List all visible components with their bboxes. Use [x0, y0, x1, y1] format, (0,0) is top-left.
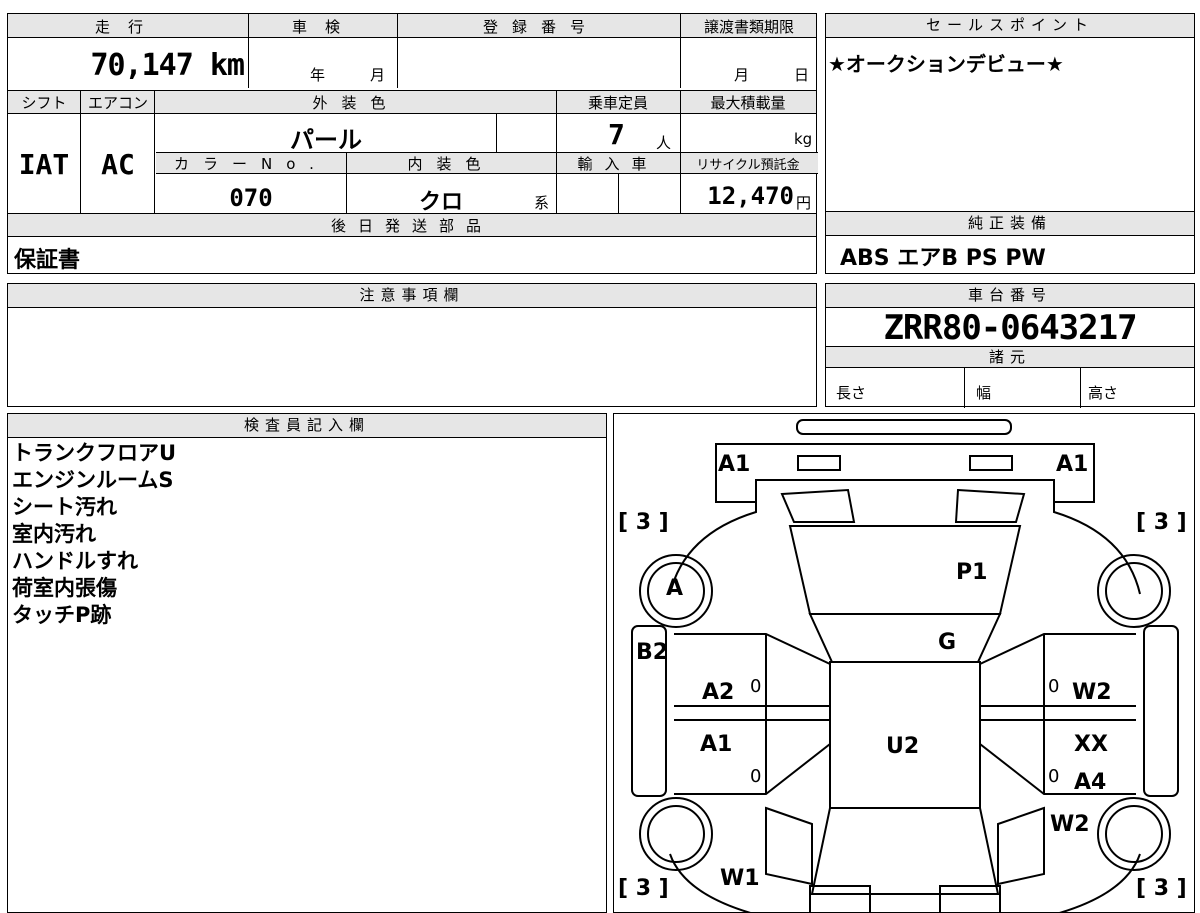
import-label: 輸入車	[577, 155, 659, 173]
color-no-value: 070	[229, 184, 273, 212]
inspection-year-unit: 年	[310, 66, 326, 84]
damage-diagram: A1 A1 [ 3 ] [ 3 ] P1 A B2 G A2 0 0 W2 A1…	[613, 413, 1195, 913]
mark-zero-1: 0	[750, 676, 762, 697]
inspector-list: トランクフロアU エンジンルームS シート汚れ 室内汚れ ハンドルすれ 荷室内張…	[12, 440, 176, 629]
length-label: 長さ	[836, 384, 867, 402]
mark-a4: A4	[1074, 770, 1107, 795]
mileage-label: 走行	[94, 18, 161, 36]
recycle-unit: 円	[796, 194, 812, 212]
equipment-panel: 純正装備 ABS エアB PS PW	[825, 211, 1195, 274]
inspector-line: タッチP跡	[12, 603, 112, 627]
chassis-panel: 車台番号 ZRR80-0643217 諸元 長さ 幅 高さ	[825, 283, 1195, 408]
mark-zero-2: 0	[1048, 676, 1060, 697]
mark-p1: P1	[956, 560, 988, 585]
mark-xx: XX	[1074, 732, 1108, 757]
shift-value: IAT	[18, 148, 70, 181]
vehicle-spec-table: 走行 車検 登録番号 譲渡書類期限 70,147 km 年 月 月 日 シフト …	[7, 13, 818, 274]
height-label: 高さ	[1088, 384, 1119, 402]
capacity-value: 7	[608, 118, 625, 151]
equipment-value: ABS エアB PS PW	[840, 246, 1046, 271]
ac-label: エアコン	[87, 94, 148, 112]
interior-color-suffix: 系	[534, 194, 550, 212]
recycle-value: 12,470	[707, 182, 794, 210]
inspector-line: トランクフロアU	[12, 441, 177, 465]
chassis-value: ZRR80-0643217	[883, 308, 1137, 348]
sales-point-panel: セールスポイント ★オークションデビュー★	[825, 13, 1195, 212]
transfer-day-unit: 日	[794, 66, 810, 84]
shift-label: シフト	[21, 94, 67, 112]
inspector-line: エンジンルームS	[12, 468, 174, 492]
car-outline	[631, 419, 1179, 912]
transfer-month-unit: 月	[734, 66, 750, 84]
color-no-label: カラーNo.	[174, 155, 328, 173]
equipment-label: 純正装備	[826, 212, 1194, 236]
mark-tire-bl: [ 3 ]	[618, 876, 669, 901]
exterior-color-label: 外装色	[312, 94, 400, 112]
mark-tire-br: [ 3 ]	[1136, 876, 1187, 901]
inspector-line: ハンドルすれ	[12, 549, 138, 573]
exterior-color-value: パール	[290, 126, 362, 154]
max-load-unit: kg	[794, 130, 813, 148]
inspector-label: 検査員記入欄	[8, 414, 606, 438]
inspector-line: 室内汚れ	[12, 522, 96, 546]
mileage-value: 70,147 km	[90, 48, 245, 83]
mark-w1: W1	[720, 866, 760, 891]
inspector-line: シート汚れ	[12, 495, 117, 519]
notes-label: 注意事項欄	[8, 284, 816, 308]
mark-zero-3: 0	[750, 766, 762, 787]
mark-g: G	[938, 630, 957, 655]
interior-color-label: 内装色	[407, 155, 495, 173]
interior-color-value: クロ	[418, 190, 463, 215]
mark-b2: B2	[636, 640, 669, 665]
sales-point-label: セールスポイント	[826, 14, 1194, 38]
mark-a-wheel: A	[666, 576, 684, 601]
mark-a1-left: A1	[718, 452, 751, 477]
specs-label: 諸元	[826, 346, 1194, 368]
inspection-month-unit: 月	[370, 66, 386, 84]
registration-label: 登録番号	[482, 18, 599, 36]
mark-a1-right: A1	[1056, 452, 1089, 477]
mark-w2-right: W2	[1072, 680, 1112, 705]
mark-tire-tl: [ 3 ]	[618, 510, 669, 535]
mark-a2: A2	[702, 680, 735, 705]
ac-value: AC	[101, 148, 135, 181]
inspector-panel: 検査員記入欄 トランクフロアU エンジンルームS シート汚れ 室内汚れ ハンドル…	[7, 413, 607, 913]
mark-u2: U2	[886, 734, 920, 759]
chassis-label: 車台番号	[826, 284, 1194, 308]
capacity-unit: 人	[656, 134, 672, 152]
transfer-deadline-label: 譲渡書類期限	[703, 18, 794, 36]
sales-point-value: ★オークションデビュー★	[828, 52, 1064, 76]
capacity-label: 乗車定員	[587, 94, 648, 112]
mark-tire-tr: [ 3 ]	[1136, 510, 1187, 535]
width-label: 幅	[976, 384, 992, 402]
notes-panel: 注意事項欄	[7, 283, 817, 407]
later-parts-value: 保証書	[14, 248, 81, 273]
recycle-label: リサイクル預託金	[696, 158, 800, 173]
max-load-label: 最大積載量	[710, 94, 786, 112]
inspector-line: 荷室内張傷	[12, 576, 117, 600]
mark-zero-4: 0	[1048, 766, 1060, 787]
mark-a1-mid: A1	[700, 732, 733, 757]
later-parts-label: 後日発送部品	[330, 217, 493, 235]
mark-w2-lower: W2	[1050, 812, 1090, 837]
inspection-label: 車検	[291, 18, 358, 36]
